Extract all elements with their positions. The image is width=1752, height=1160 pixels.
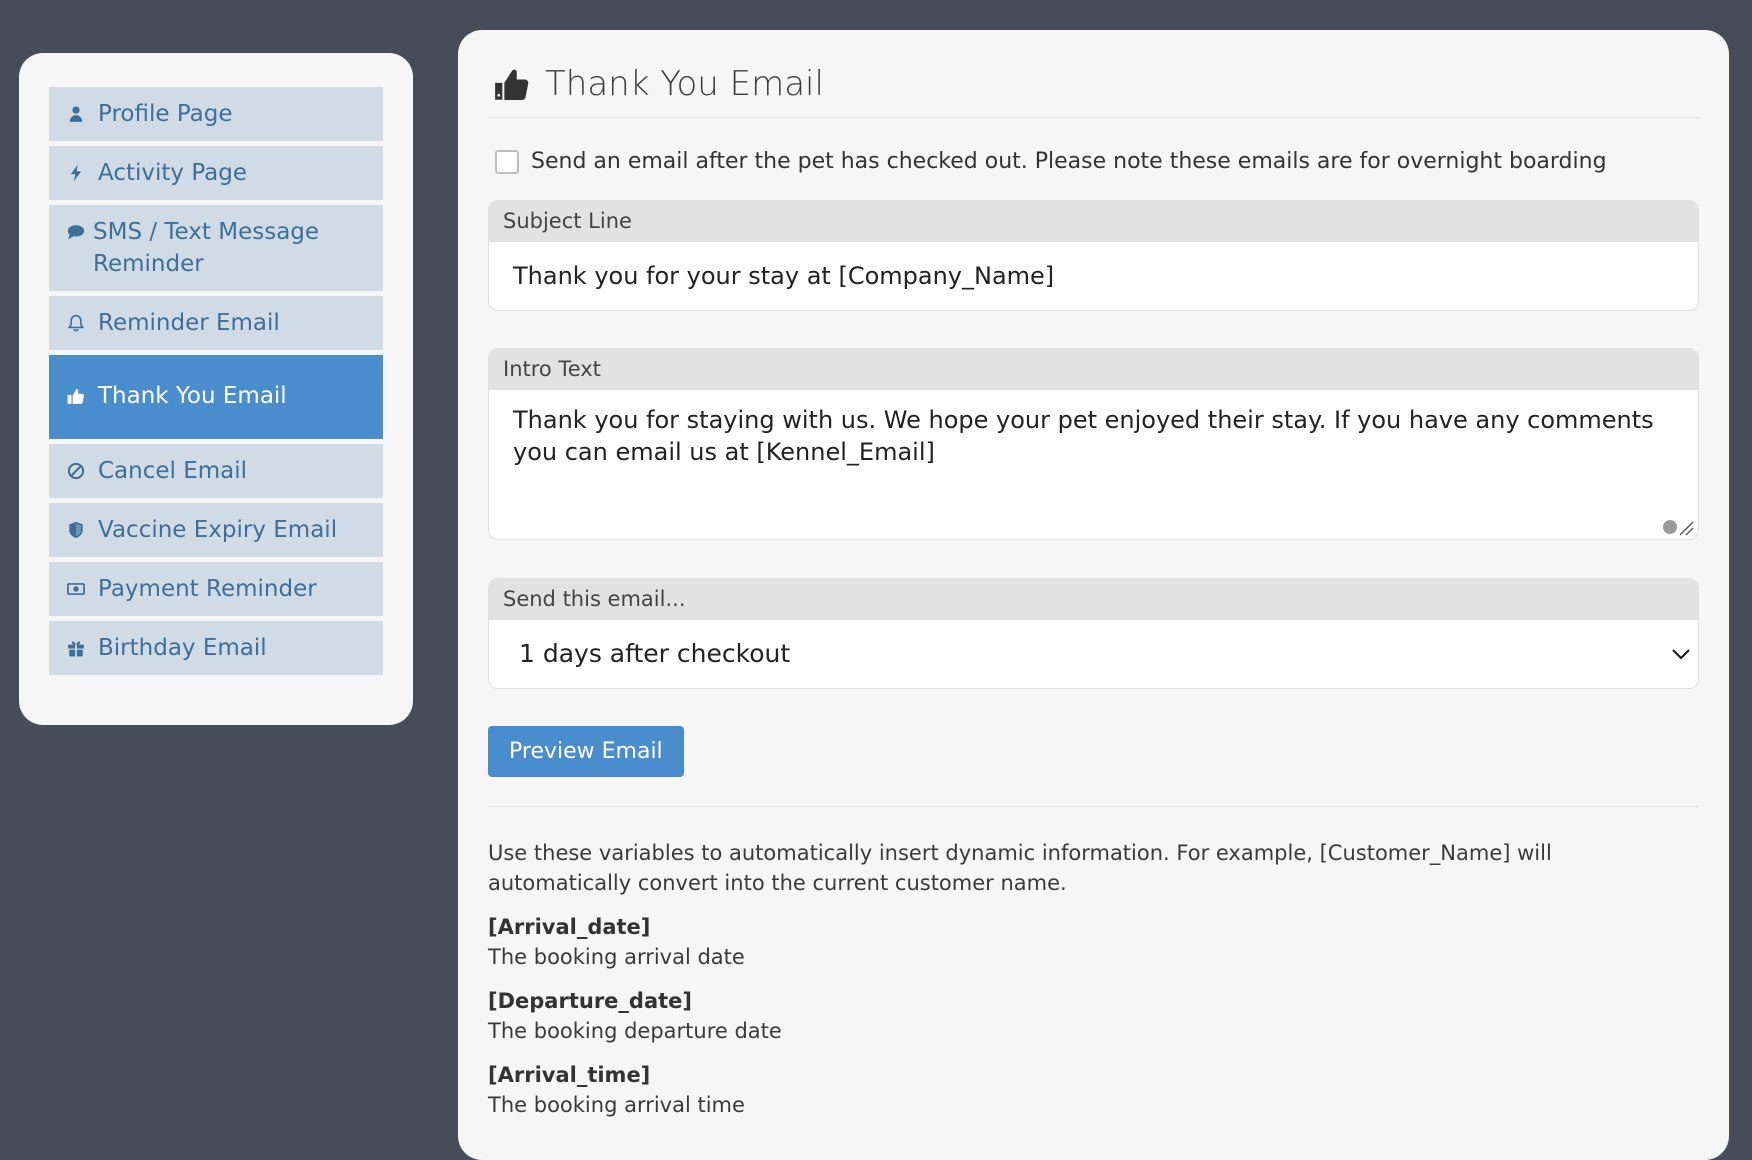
sidebar-item-label: Profile Page [98, 101, 233, 127]
sidebar-item-label: Activity Page [98, 160, 248, 186]
intro-text-group: Intro Text Thank you for staying with us… [488, 348, 1699, 540]
variable-description: The booking arrival date [488, 945, 745, 969]
send-timing-select[interactable]: 1 days after checkout [489, 620, 1698, 688]
variable-name: [Arrival_time] [488, 1063, 651, 1087]
page-title: Thank You Email [545, 63, 824, 104]
subject-line-label: Subject Line [489, 201, 1698, 242]
send-timing-group: Send this email... 1 days after checkout [488, 578, 1699, 689]
send-after-checkout-checkbox[interactable] [495, 149, 519, 174]
thumbs-up-icon [495, 69, 529, 100]
sidebar-item-birthday-email[interactable]: Birthday Email [49, 621, 383, 675]
intro-text-value: Thank you for staying with us. We hope y… [513, 406, 1654, 466]
preview-email-button[interactable]: Preview Email [488, 726, 684, 777]
sidebar-item-label: Payment Reminder [98, 576, 317, 602]
variable-description: The booking arrival time [488, 1093, 745, 1117]
money-bill-icon [65, 573, 87, 605]
variable-name: [Arrival_date] [488, 915, 651, 939]
sidebar-item-sms-reminder[interactable]: SMS / Text Message Reminder [49, 205, 383, 291]
sidebar-item-activity-page[interactable]: Activity Page [49, 146, 383, 200]
gift-icon [65, 632, 87, 664]
send-after-checkout-label: Send an email after the pet has checked … [531, 149, 1607, 174]
sidebar-item-label: SMS / Text Message Reminder [93, 219, 320, 277]
send-timing-label: Send this email... [489, 579, 1698, 620]
variable-name: [Departure_date] [488, 989, 693, 1013]
divider [488, 806, 1699, 807]
sidebar-item-profile-page[interactable]: Profile Page [49, 87, 383, 141]
sidebar-item-label: Vaccine Expiry Email [98, 517, 338, 543]
shield-icon [65, 514, 87, 546]
user-icon [65, 98, 87, 130]
ban-icon [65, 455, 87, 487]
bell-icon [65, 307, 87, 339]
sidebar-item-label: Cancel Email [98, 458, 248, 484]
comment-icon [65, 216, 87, 248]
sidebar-item-payment-reminder[interactable]: Payment Reminder [49, 562, 383, 616]
intro-text-textarea[interactable]: Thank you for staying with us. We hope y… [489, 390, 1698, 539]
send-timing-value: 1 days after checkout [519, 639, 791, 668]
sidebar-item-vaccine-expiry-email[interactable]: Vaccine Expiry Email [49, 503, 383, 557]
thumbs-up-icon [65, 380, 87, 412]
send-after-checkout-row: Send an email after the pet has checked … [495, 149, 1699, 174]
variables-help-text: Use these variables to automatically ins… [488, 841, 1552, 895]
variable-item: [Departure_date] The booking departure d… [488, 986, 1699, 1046]
settings-sidebar: Profile Page Activity Page SMS / Text Me… [19, 53, 413, 725]
sidebar-item-label: Birthday Email [98, 635, 267, 661]
email-settings-panel: Thank You Email Send an email after the … [458, 30, 1729, 1160]
chevron-down-icon [1672, 649, 1690, 660]
subject-line-input[interactable]: Thank you for your stay at [Company_Name… [489, 242, 1698, 310]
sidebar-item-thank-you-email[interactable]: Thank You Email [49, 355, 383, 439]
intro-text-label: Intro Text [489, 349, 1698, 390]
variable-item: [Arrival_time] The booking arrival time [488, 1060, 1699, 1120]
resize-handle-icon[interactable] [1660, 519, 1696, 537]
subject-line-group: Subject Line Thank you for your stay at … [488, 200, 1699, 311]
sidebar-item-label: Reminder Email [98, 310, 280, 336]
page-header: Thank You Email [488, 30, 1699, 118]
variable-item: [Arrival_date] The booking arrival date [488, 912, 1699, 972]
sidebar-item-label: Thank You Email [98, 383, 287, 409]
bolt-icon [65, 157, 87, 189]
sidebar-item-reminder-email[interactable]: Reminder Email [49, 296, 383, 350]
variable-description: The booking departure date [488, 1019, 782, 1043]
sidebar-item-cancel-email[interactable]: Cancel Email [49, 444, 383, 498]
